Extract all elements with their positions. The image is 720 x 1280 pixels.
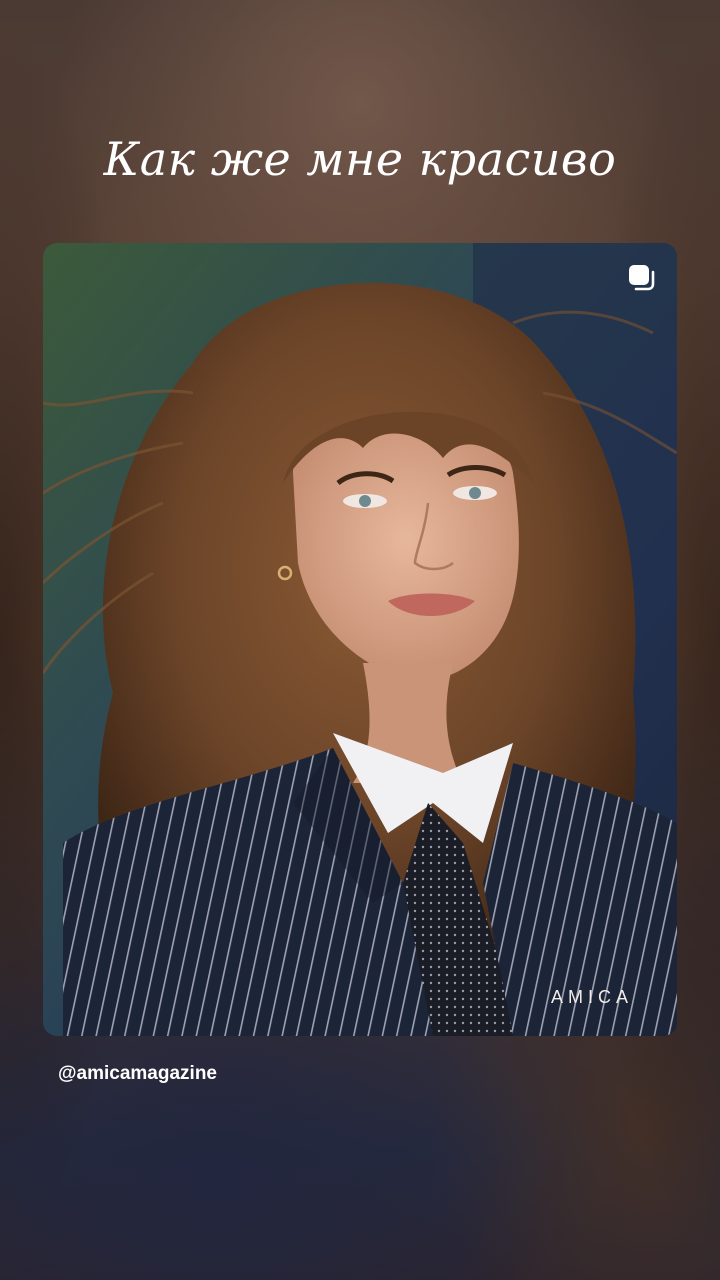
post-photo: [43, 243, 677, 1036]
post-author-handle[interactable]: @amicamagazine: [58, 1063, 217, 1085]
shared-post-card[interactable]: AMICA: [43, 243, 677, 1036]
story-caption: Как же мне красиво: [103, 132, 617, 186]
multiple-posts-icon: [629, 265, 655, 291]
post-watermark: AMICA: [550, 987, 633, 1007]
